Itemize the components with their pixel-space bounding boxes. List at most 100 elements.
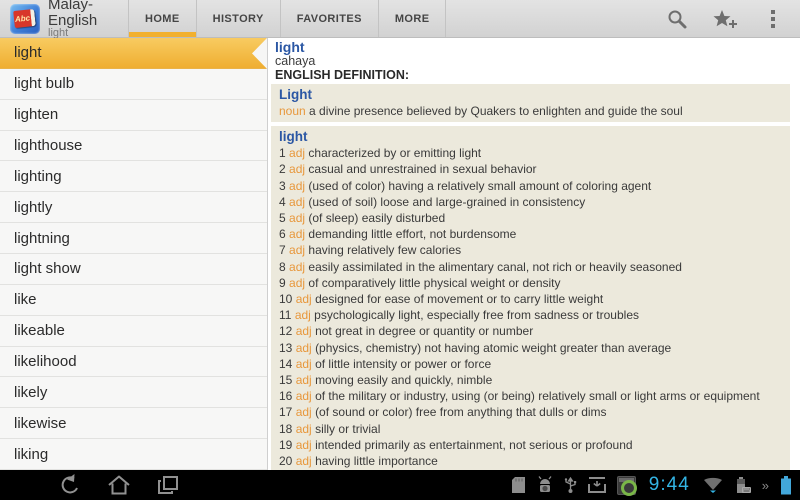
word-list-item[interactable]: lightning [0,223,267,254]
sense-line: 18 adj silly or trivial [279,421,782,437]
sense-line: 14 adj of little intensity or power or f… [279,356,782,372]
app-thumbnail-icon [617,476,636,495]
part-of-speech: adj [289,179,305,193]
part-of-speech: adj [289,146,305,160]
entry-title: Light [279,86,782,103]
sense-line: 12 adj not great in degree or quantity o… [279,323,782,339]
sense-line: 2 adj casual and unrestrained in sexual … [279,161,782,177]
part-of-speech: adj [295,308,311,322]
word-label: lightly [14,199,52,216]
usb-icon [564,476,577,494]
word-label: light show [14,260,81,277]
back-button[interactable] [56,473,84,497]
chevrons-icon: » [762,479,769,492]
word-list-item[interactable]: liking [0,439,267,470]
part-of-speech: adj [289,276,305,290]
part-of-speech: adj [296,373,312,387]
wifi-icon [703,477,723,493]
word-label: likewise [14,415,67,432]
word-label: liking [14,446,48,463]
sense-line: 19 adj intended primarily as entertainme… [279,437,782,453]
sense-line: 16 adj of the military or industry, usin… [279,388,782,404]
word-list-item[interactable]: light show [0,254,267,285]
tab[interactable]: HOME [128,0,196,37]
sense-line: 4 adj (used of soil) loose and large-gra… [279,194,782,210]
part-of-speech: adj [296,341,312,355]
action-bar: Abc Malay-English light HOME HISTORY FAV… [0,0,800,38]
part-of-speech: adj [296,324,312,338]
part-of-speech: adj [296,454,312,468]
word-list-item[interactable]: likelihood [0,347,267,378]
part-of-speech: noun [279,104,306,118]
word-list-item[interactable]: lightly [0,192,267,223]
system-bar: 9:44 » [0,470,800,500]
dictionary-book-glyph: Abc [13,8,36,27]
part-of-speech: adj [296,422,312,436]
definition-pane[interactable]: light cahaya ENGLISH DEFINITION: Light n… [269,38,800,470]
word-label: likelihood [14,353,77,370]
entry-header: light cahaya ENGLISH DEFINITION: [269,38,800,84]
word-label: light [14,44,42,61]
word-list-item[interactable]: light bulb [0,69,267,100]
word-list-item[interactable]: lighting [0,161,267,192]
sense-line: 9 adj of comparatively little physical w… [279,275,782,291]
part-of-speech: adj [289,243,305,257]
tab[interactable]: HISTORY [196,0,280,37]
definition-card-proper-noun: Light noun a divine presence believed by… [271,84,790,122]
sense-line: 11 adj psychologically light, especially… [279,307,782,323]
part-of-speech: adj [289,195,305,209]
part-of-speech: adj [289,260,305,274]
sense-line: 10 adj designed for ease of movement or … [279,291,782,307]
battery-keyboard-icon [734,476,751,494]
sense-line: 8 adj easily assimilated in the alimenta… [279,259,782,275]
tab[interactable]: FAVORITES [280,0,378,37]
word-list-item[interactable]: lighthouse [0,131,267,162]
home-icon [107,474,131,496]
headword: light [275,40,800,55]
part-of-speech: adj [289,162,305,176]
search-icon [666,8,688,30]
word-label: lighthouse [14,137,82,154]
sense-line: 20 adj having little importance [279,453,782,469]
overflow-menu-icon [771,10,775,28]
tab[interactable]: MORE [378,0,447,37]
word-list-item[interactable]: likely [0,377,267,408]
word-label: light bulb [14,75,74,92]
download-tray-icon [588,476,606,494]
word-label: lighten [14,106,58,123]
definition-card-adjective: light 1 adj characterized by or emitting… [271,126,790,470]
sense-line: 5 adj (of sleep) easily disturbed [279,210,782,226]
word-label: lightning [14,230,70,247]
word-list-item[interactable]: lighten [0,100,267,131]
battery-icon [780,476,792,495]
tab-bar: HOME HISTORY FAVORITES MORE [128,0,446,37]
add-favorite-star-icon [712,8,738,30]
overflow-menu-button[interactable] [760,6,786,32]
english-definition-label: ENGLISH DEFINITION: [275,68,800,83]
app-identity[interactable]: Abc Malay-English light [0,0,128,37]
back-icon [58,474,82,496]
word-list-item[interactable]: light [0,38,267,69]
part-of-speech: adj [296,405,312,419]
app-title: Malay-English [48,0,128,28]
add-favorite-button[interactable] [712,6,738,32]
search-button[interactable] [664,6,690,32]
word-label: lighting [14,168,62,185]
sense-line: 13 adj (physics, chemistry) not having a… [279,340,782,356]
part-of-speech: adj [296,292,312,306]
sd-card-icon [511,476,526,494]
status-clock[interactable]: 9:44 [649,474,690,496]
recent-apps-button[interactable] [154,473,182,497]
word-list-item[interactable]: likeable [0,316,267,347]
word-list-item[interactable]: likewise [0,408,267,439]
word-label: likeable [14,322,65,339]
sense-line: noun a divine presence believed by Quake… [279,103,782,119]
word-list-item[interactable]: like [0,285,267,316]
word-list: light light bulb lighten lighthouse ligh… [0,38,268,470]
word-label: like [14,291,37,308]
part-of-speech: adj [289,227,305,241]
home-button[interactable] [105,473,133,497]
part-of-speech: adj [296,389,312,403]
usb-debug-icon [537,476,553,494]
part-of-speech: adj [289,211,305,225]
